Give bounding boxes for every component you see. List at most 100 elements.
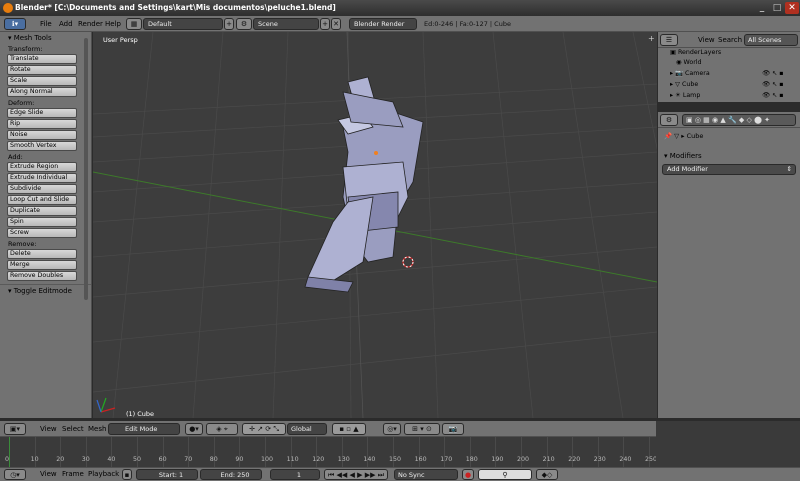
menu-render[interactable]: Render: [78, 16, 103, 32]
render-preview-icons[interactable]: 📷: [442, 423, 464, 435]
outliner-row[interactable]: ▣ RenderLayers: [670, 48, 721, 58]
translate-button[interactable]: Translate: [7, 54, 77, 64]
playback-controls[interactable]: ⏮ ◀◀ ◀ ▶ ▶▶ ⏭: [324, 469, 388, 480]
view3d-menu-mesh[interactable]: Mesh: [88, 421, 106, 437]
delete-button[interactable]: Delete: [7, 249, 77, 259]
view3d-editor-icon[interactable]: ▣▾: [4, 423, 26, 435]
outliner-row[interactable]: ▸ 📷 Camera 👁 ↖ ▪: [670, 69, 790, 79]
outliner-row[interactable]: ◉ World: [676, 58, 702, 68]
keying-set-field[interactable]: ⚲: [478, 469, 532, 480]
outliner-menu-search[interactable]: Search: [718, 32, 742, 48]
timeline-menu-view[interactable]: View: [40, 468, 57, 481]
timeline-tick-label: 30: [81, 456, 90, 463]
duplicate-button[interactable]: Duplicate: [7, 206, 77, 216]
merge-button[interactable]: Merge: [7, 260, 77, 270]
group-label: Transform:: [8, 45, 43, 53]
timeline-menu-playback[interactable]: Playback: [88, 468, 119, 481]
timeline-tick-label: 40: [107, 456, 116, 463]
current-frame-line[interactable]: [9, 437, 10, 467]
scene-field[interactable]: Scene: [253, 18, 319, 30]
view3d-menu-select[interactable]: Select: [62, 421, 84, 437]
timeline-tick-label: 240: [619, 456, 632, 463]
scene-remove-icon[interactable]: ✕: [331, 18, 341, 30]
rotate-button[interactable]: Rotate: [7, 65, 77, 75]
view3d-menu-view[interactable]: View: [40, 421, 57, 437]
mode-select[interactable]: Edit Mode: [108, 423, 180, 435]
outliner-panel: ▣ RenderLayers ◉ World ▸ 📷 Camera 👁 ↖ ▪ ▸…: [658, 48, 800, 102]
menu-help[interactable]: Help: [105, 16, 121, 32]
modifiers-panel-header[interactable]: ▾ Modifiers: [658, 152, 800, 160]
menu-file[interactable]: File: [40, 16, 52, 32]
record-icon[interactable]: ●: [462, 469, 474, 480]
editor-type-info-icon[interactable]: ℹ▾: [4, 18, 26, 30]
mesh-tools-panel-header[interactable]: ▾ Mesh Tools: [0, 32, 91, 43]
current-frame-field[interactable]: 1: [270, 469, 320, 480]
snap-icons[interactable]: ⊞ ▾ ⊙: [404, 423, 440, 435]
timeline-tick-label: 210: [542, 456, 555, 463]
outliner-menu-view[interactable]: View: [698, 32, 715, 48]
timeline-menu-frame[interactable]: Frame: [62, 468, 84, 481]
timeline-tick-label: 50: [133, 456, 142, 463]
edge-slide-button[interactable]: Edge Slide: [7, 108, 77, 118]
timeline-tick-label: 150: [389, 456, 402, 463]
render-engine-select[interactable]: Blender Render: [349, 18, 417, 30]
select-mode-icons[interactable]: ▪ ▫ ▲: [332, 423, 366, 435]
screen-layout-icon[interactable]: ▦: [126, 18, 142, 30]
timeline-tick-label: 170: [440, 456, 453, 463]
outliner-row[interactable]: ▸ ☀ Lamp 👁 ↖ ▪: [670, 91, 790, 101]
menu-add[interactable]: Add: [59, 16, 73, 32]
toolshelf-scrollbar[interactable]: [84, 38, 88, 300]
noise-button[interactable]: Noise: [7, 130, 77, 140]
timeline-tick-label: 160: [414, 456, 427, 463]
orientation-select[interactable]: Global: [287, 423, 327, 435]
3d-cursor: [402, 256, 414, 268]
keyframe-icons[interactable]: ◆◇: [536, 469, 558, 480]
outliner-editor-icon[interactable]: ☰: [660, 34, 678, 46]
pivot-icon[interactable]: ◈ ⌖: [206, 423, 238, 435]
remove-doubles-button[interactable]: Remove Doubles: [7, 271, 77, 281]
timeline-ruler[interactable]: 0 10 20 30 40 50 60 70 80 90 100 110 120 130 140 150 160…: [0, 437, 660, 467]
end-frame-field[interactable]: End: 250: [200, 469, 262, 480]
timeline-tick-label: 180: [465, 456, 478, 463]
proportional-edit-icon[interactable]: ◎▾: [383, 423, 401, 435]
start-frame-field[interactable]: Start: 1: [136, 469, 198, 480]
sync-select[interactable]: No Sync: [394, 469, 458, 480]
manipulator-icons[interactable]: ✛ ↗ ⟳ ⤡: [242, 423, 286, 435]
properties-context-tabs[interactable]: ▣ ◎ ▦ ◉ ▲ 🔧 ◆ ◇ ⬤ ✦: [682, 114, 796, 126]
subdivide-button[interactable]: Subdivide: [7, 184, 77, 194]
close-button[interactable]: ✕: [785, 2, 799, 14]
timeline-tick-label: 140: [363, 456, 376, 463]
rip-button[interactable]: Rip: [7, 119, 77, 129]
extrude-region-button[interactable]: Extrude Region: [7, 162, 77, 172]
timeline-tick-label: 60: [158, 456, 167, 463]
outliner-filter-select[interactable]: All Scenes: [744, 34, 798, 46]
preview-range-icon[interactable]: ▪: [122, 469, 132, 480]
extrude-individual-button[interactable]: Extrude Individual: [7, 173, 77, 183]
smooth-vertex-button[interactable]: Smooth Vertex: [7, 141, 77, 151]
along-normal-button[interactable]: Along Normal: [7, 87, 77, 97]
properties-editor-icon[interactable]: ⚙: [660, 114, 678, 126]
scale-button[interactable]: Scale: [7, 76, 77, 86]
view3d-header: ▣▾ View Select Mesh Edit Mode ●▾ ◈ ⌖ ✛ ↗…: [0, 421, 660, 437]
maximize-button[interactable]: □: [770, 2, 784, 14]
screw-button[interactable]: Screw: [7, 228, 77, 238]
scene-icon[interactable]: ⚙: [236, 18, 252, 30]
timeline-tick-label: 90: [235, 456, 244, 463]
3d-viewport[interactable]: User Persp (1) Cube +: [93, 32, 657, 418]
window-titlebar: Blender* [C:\Documents and Settings\kart…: [0, 0, 800, 16]
scene-add-icon[interactable]: +: [320, 18, 330, 30]
minimize-button[interactable]: _: [755, 2, 769, 14]
spin-button[interactable]: Spin: [7, 217, 77, 227]
shading-icon[interactable]: ●▾: [185, 423, 203, 435]
window-title: Blender* [C:\Documents and Settings\kart…: [15, 3, 336, 12]
loop-cut-button[interactable]: Loop Cut and Slide: [7, 195, 77, 205]
blender-logo-icon: [3, 3, 13, 13]
toggle-editmode-panel[interactable]: ▾ Toggle Editmode: [0, 284, 91, 295]
outliner-row[interactable]: ▸ ▽ Cube 👁 ↖ ▪: [670, 80, 790, 90]
add-modifier-select[interactable]: Add Modifier ⇕: [662, 164, 796, 175]
viewport-add-icon[interactable]: +: [648, 34, 655, 43]
screen-layout-field[interactable]: Default: [143, 18, 223, 30]
group-label: Deform:: [8, 99, 35, 107]
layout-add-icon[interactable]: +: [224, 18, 234, 30]
timeline-editor-icon[interactable]: ◷▾: [4, 469, 26, 480]
